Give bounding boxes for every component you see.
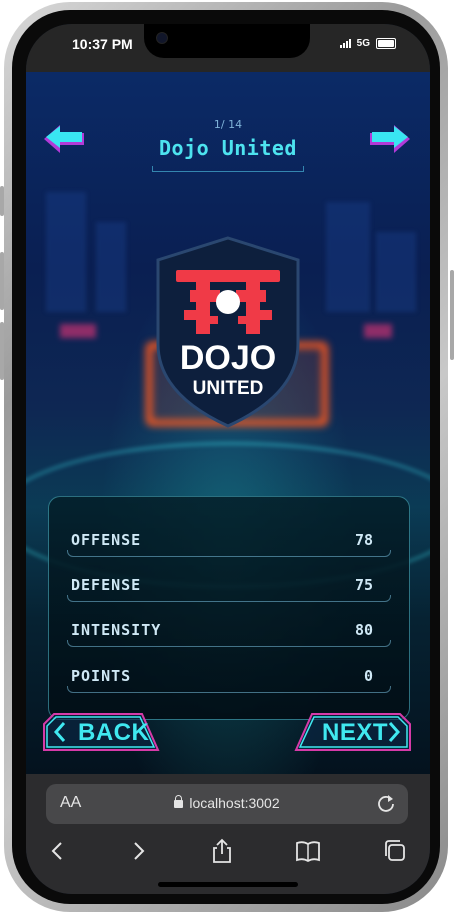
next-label: NEXT [322, 719, 389, 746]
stat-value: 78 [354, 531, 373, 549]
crest-ball [216, 290, 240, 314]
screen: 10:37 PM 5G 1/ 14 Dojo United DOJO UNITE… [26, 24, 430, 894]
stat-label: OFFENSE [71, 531, 142, 549]
arrow-right-icon [370, 125, 410, 153]
browser-toolbar: AA localhost:3002 [26, 774, 430, 894]
volume-up-button [0, 252, 4, 310]
stat-value: 0 [363, 667, 373, 685]
reload-icon[interactable] [376, 793, 396, 813]
back-label: BACK [78, 719, 150, 746]
stat-label: DEFENSE [71, 576, 142, 594]
crest-text-2: UNITED [193, 378, 264, 399]
bookmarks-icon[interactable] [294, 838, 322, 864]
url-text[interactable]: localhost:3002 [46, 795, 408, 811]
lock-icon [174, 795, 184, 808]
stats-panel: OFFENSE 78 DEFENSE 75 INTENSITY 80 POINT… [48, 496, 410, 720]
home-indicator [158, 882, 298, 887]
volume-down-button [0, 322, 4, 380]
next-team-button[interactable] [366, 122, 412, 156]
bg-light [60, 324, 96, 338]
game-view: 1/ 14 Dojo United DOJO UNITED OFFENSE 78… [26, 72, 430, 774]
network-label: 5G [356, 38, 370, 49]
title-underline [152, 166, 304, 172]
status-time: 10:37 PM [72, 36, 133, 52]
team-crest: DOJO UNITED [148, 234, 308, 430]
bg-building [96, 222, 126, 312]
tabs-icon[interactable] [380, 838, 408, 864]
battery-icon [376, 38, 396, 49]
stat-value: 80 [354, 621, 373, 639]
stat-row-offense: OFFENSE 78 [67, 523, 391, 557]
silent-switch [0, 186, 4, 216]
stat-label: POINTS [71, 667, 132, 685]
back-icon[interactable] [44, 838, 72, 864]
stat-divider [67, 686, 391, 693]
notch [144, 24, 310, 58]
bg-building [46, 192, 86, 312]
status-bar: 10:37 PM 5G [26, 24, 430, 72]
stat-divider [67, 550, 391, 557]
stat-value: 75 [354, 576, 373, 594]
bg-light [364, 324, 392, 338]
power-button [450, 270, 454, 360]
stat-row-defense: DEFENSE 75 [67, 568, 391, 602]
stat-divider [67, 640, 391, 647]
back-button[interactable]: BACK [42, 712, 160, 752]
stat-label: INTENSITY [71, 621, 162, 639]
stat-row-points: POINTS 0 [67, 659, 391, 693]
share-icon[interactable] [208, 838, 236, 864]
url-bar[interactable]: AA localhost:3002 [46, 784, 408, 824]
bg-building [326, 202, 370, 312]
crest-text-1: DOJO [180, 339, 276, 377]
signal-icon [339, 39, 351, 48]
forward-icon[interactable] [124, 838, 152, 864]
bg-building [376, 232, 416, 312]
stat-divider [67, 595, 391, 602]
stat-row-intensity: INTENSITY 80 [67, 613, 391, 647]
url-label: localhost:3002 [189, 795, 280, 811]
camera-icon [156, 32, 168, 44]
next-button[interactable]: NEXT [294, 712, 412, 752]
status-indicators: 5G [339, 38, 396, 49]
